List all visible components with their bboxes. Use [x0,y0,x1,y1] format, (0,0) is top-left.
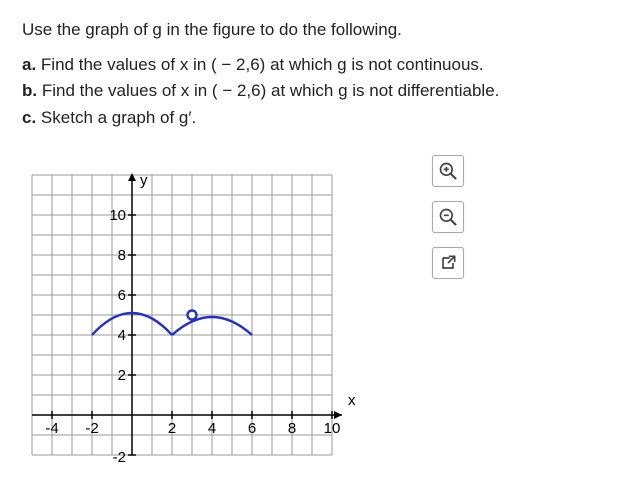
popout-button[interactable] [432,247,464,279]
zoom-in-icon [438,161,458,181]
zoom-in-button[interactable] [432,155,464,187]
part-c-label: c. [22,108,36,127]
y-tick-10: 10 [109,207,126,224]
x-tick-n2: -2 [85,420,98,437]
x-tick-n4: -4 [45,420,58,437]
y-tick-4: 4 [118,327,126,344]
x-tick-4: 4 [208,420,216,437]
y-tick-2: 2 [118,367,126,384]
y-tick-6: 6 [118,287,126,304]
x-tick-6: 6 [248,420,256,437]
x-tick-2: 2 [168,420,176,437]
y-axis-label: y [140,172,148,189]
zoom-out-button[interactable] [432,201,464,233]
part-a-text: Find the values of x in ( − 2,6) at whic… [41,55,484,74]
y-axis-arrow [128,173,136,181]
y-tick-8: 8 [118,247,126,264]
popout-icon [438,253,458,273]
y-tick-n2: -2 [113,449,126,466]
part-c-text: Sketch a graph of g′. [41,108,196,127]
question-intro: Use the graph of g in the figure to do t… [22,18,602,43]
zoom-out-icon [438,207,458,227]
part-a-label: a. [22,55,36,74]
open-circle-discontinuity [188,310,197,319]
x-axis-arrow [334,411,342,419]
x-axis-label: x [348,392,356,409]
part-b-text: Find the values of x in ( − 2,6) at whic… [42,81,500,100]
graph-of-g: 10 8 6 4 2 -2 -4 -2 2 4 6 8 10 [22,155,382,475]
part-b-label: b. [22,81,37,100]
x-tick-8: 8 [288,420,296,437]
x-tick-10: 10 [324,420,341,437]
